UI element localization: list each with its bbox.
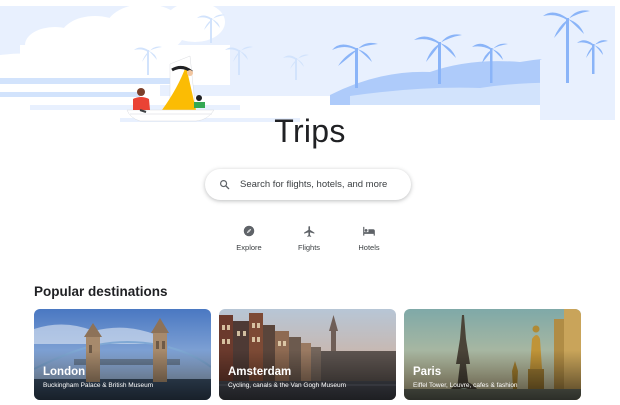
flights-link[interactable]: Flights xyxy=(284,222,334,252)
destination-description: Eiffel Tower, Louvre, cafes & fashion xyxy=(413,382,518,389)
airplane-icon xyxy=(284,222,334,240)
bed-icon xyxy=(344,222,394,240)
destination-description: Buckingham Palace & British Museum xyxy=(43,382,154,389)
category-shortcuts: Explore Flights Hotels xyxy=(0,222,620,262)
destination-card-paris[interactable]: Paris Eiffel Tower, Louvre, cafes & fash… xyxy=(404,309,581,400)
search-icon xyxy=(219,178,233,192)
destination-name: London xyxy=(43,366,86,378)
destination-card-amsterdam[interactable]: Amsterdam Cycling, canals & the Van Gogh… xyxy=(219,309,396,400)
flights-label: Flights xyxy=(297,243,321,252)
page-title: Trips xyxy=(274,113,346,149)
destination-description: Cycling, canals & the Van Gogh Museum xyxy=(228,382,347,389)
search-box[interactable] xyxy=(205,169,411,200)
destination-card-london[interactable]: London Buckingham Palace & British Museu… xyxy=(34,309,211,400)
destination-name: Paris xyxy=(413,366,442,378)
explore-label: Explore xyxy=(236,243,262,252)
explore-link[interactable]: Explore xyxy=(224,222,274,252)
destination-name: Amsterdam xyxy=(228,366,292,378)
search-input[interactable] xyxy=(240,179,400,190)
hotels-link[interactable]: Hotels xyxy=(344,222,394,252)
compass-icon xyxy=(224,222,274,240)
hotels-label: Hotels xyxy=(358,243,380,252)
popular-destinations-heading: Popular destinations xyxy=(34,284,168,299)
